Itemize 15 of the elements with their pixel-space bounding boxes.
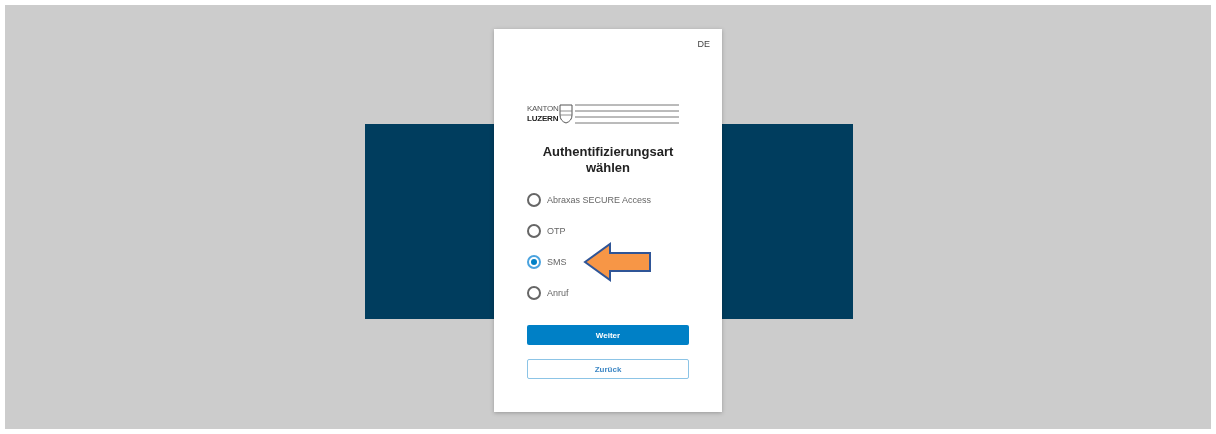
- radio-option[interactable]: Abraxas SECURE Access: [527, 192, 652, 208]
- logo-text: LUZERN: [527, 114, 559, 124]
- radio-button[interactable]: [527, 193, 541, 207]
- logo-text: KANTON: [527, 104, 559, 114]
- radio-option[interactable]: SMS: [527, 254, 567, 270]
- language-link[interactable]: DE: [697, 39, 710, 49]
- back-button[interactable]: Zurück: [527, 359, 689, 379]
- radio-option[interactable]: Anruf: [527, 285, 569, 301]
- radio-button[interactable]: [527, 286, 541, 300]
- radio-button[interactable]: [527, 255, 541, 269]
- next-button[interactable]: Weiter: [527, 325, 689, 345]
- page-title: Authentifizierungsart wählen: [541, 144, 675, 176]
- shield-icon: [559, 104, 574, 124]
- radio-option[interactable]: OTP: [527, 223, 566, 239]
- radio-button[interactable]: [527, 224, 541, 238]
